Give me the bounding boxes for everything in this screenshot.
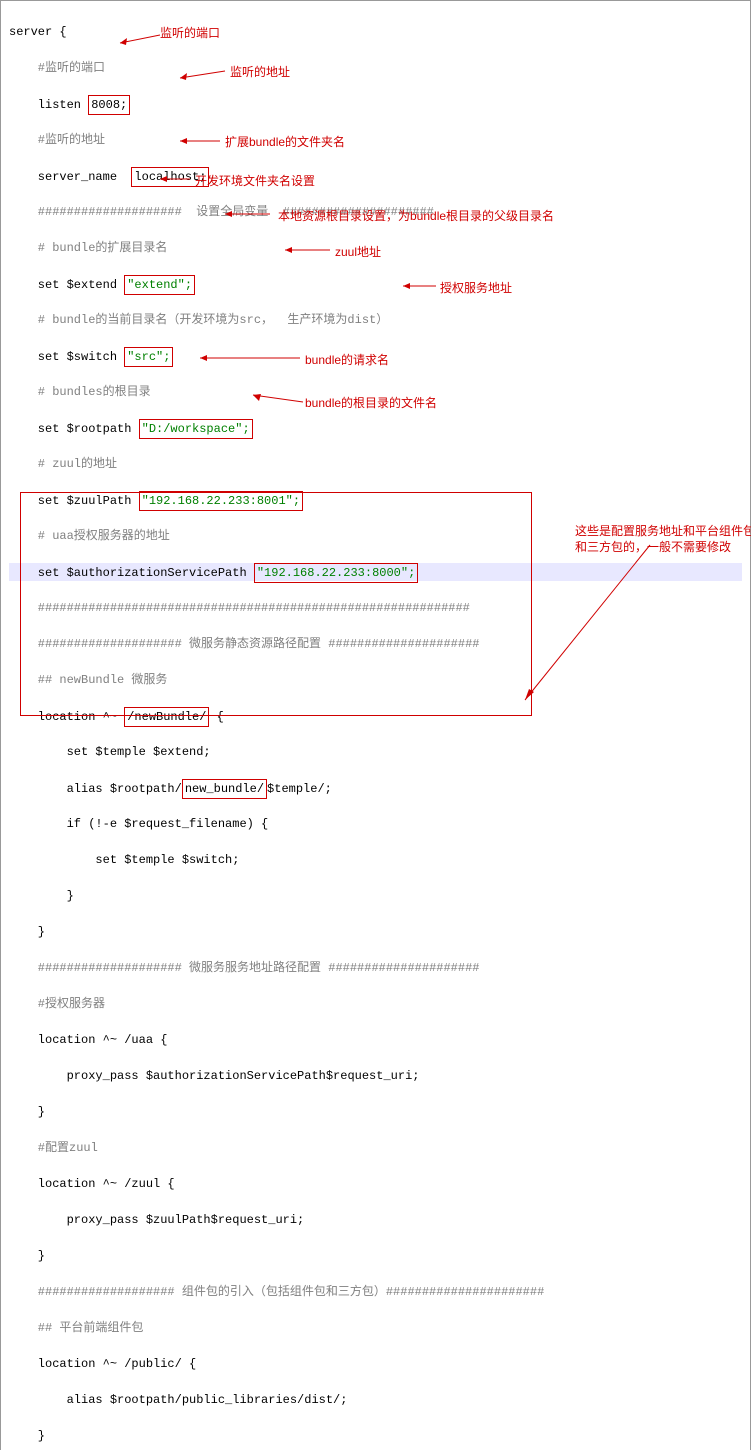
code-line: ################### 组件包的引入（包括组件包和三方包）###…: [9, 1283, 742, 1301]
code-line: #################### 设置全局变量 ############…: [9, 203, 742, 221]
code-line: #监听的端口: [9, 59, 742, 77]
code-line: set $zuulPath "192.168.22.233:8001";: [9, 491, 742, 509]
box-rootpath: "D:/workspace";: [139, 419, 253, 439]
code-line: set $temple $switch;: [9, 851, 742, 869]
box-listen-port: 8008;: [88, 95, 130, 115]
code-line: ## 平台前端组件包: [9, 1319, 742, 1337]
code-line: alias $rootpath/new_bundle/$temple/;: [9, 779, 742, 797]
box-switch: "src";: [124, 347, 173, 367]
code-line: # bundles的根目录: [9, 383, 742, 401]
code-line: #授权服务器: [9, 995, 742, 1013]
box-extend: "extend";: [124, 275, 195, 295]
code-line: listen 8008;: [9, 95, 742, 113]
code-line: }: [9, 1247, 742, 1265]
code-line: }: [9, 1103, 742, 1121]
code-line: # zuul的地址: [9, 455, 742, 473]
code-line: ########################################…: [9, 599, 742, 617]
code-line: # uaa授权服务器的地址: [9, 527, 742, 545]
nginx-config-code: server { #监听的端口 listen 8008; #监听的地址 serv…: [0, 0, 751, 1450]
code-line: set $switch "src";: [9, 347, 742, 365]
code-line: #################### 微服务静态资源路径配置 #######…: [9, 635, 742, 653]
code-line-highlighted: set $authorizationServicePath "192.168.2…: [9, 563, 742, 581]
code-line: #监听的地址: [9, 131, 742, 149]
box-zuulpath: "192.168.22.233:8001";: [139, 491, 303, 511]
code-line: set $extend "extend";: [9, 275, 742, 293]
code-line: set $rootpath "D:/workspace";: [9, 419, 742, 437]
code-line: set $temple $extend;: [9, 743, 742, 761]
code-line: }: [9, 923, 742, 941]
code-line: alias $rootpath/public_libraries/dist/;: [9, 1391, 742, 1409]
code-line: }: [9, 887, 742, 905]
box-alias-newbundle: new_bundle/: [182, 779, 267, 799]
code-line: # bundle的当前目录名（开发环境为src， 生产环境为dist）: [9, 311, 742, 329]
code-line: server_name localhost;: [9, 167, 742, 185]
code-line: #配置zuul: [9, 1139, 742, 1157]
code-line: # bundle的扩展目录名: [9, 239, 742, 257]
box-authpath: "192.168.22.233:8000";: [254, 563, 418, 583]
code-line: location ^~ /newBundle/ {: [9, 707, 742, 725]
code-line: location ^~ /public/ {: [9, 1355, 742, 1373]
code-line: proxy_pass $authorizationServicePath$req…: [9, 1067, 742, 1085]
code-line: #################### 微服务服务地址路径配置 #######…: [9, 959, 742, 977]
code-line: if (!-e $request_filename) {: [9, 815, 742, 833]
code-line: ## newBundle 微服务: [9, 671, 742, 689]
code-line: location ^~ /uaa {: [9, 1031, 742, 1049]
box-location-newbundle: /newBundle/: [124, 707, 209, 727]
code-line: server {: [9, 23, 742, 41]
box-server-name: localhost;: [131, 167, 209, 187]
code-line: }: [9, 1427, 742, 1445]
code-line: proxy_pass $zuulPath$request_uri;: [9, 1211, 742, 1229]
code-line: location ^~ /zuul {: [9, 1175, 742, 1193]
